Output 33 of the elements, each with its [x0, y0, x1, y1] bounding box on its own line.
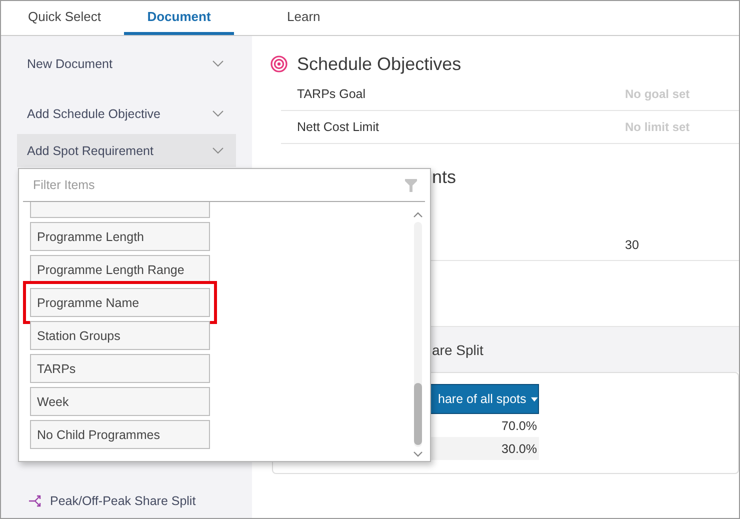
sidebar-item[interactable]: Add Spot Requirement: [17, 134, 236, 167]
table-cell: 30.0%: [502, 442, 537, 456]
chevron-down-icon: [212, 147, 224, 154]
list-item[interactable]: TARPs: [30, 354, 210, 383]
list-item[interactable]: Programme Length Range: [30, 255, 210, 284]
chevron-down-icon: [212, 60, 224, 67]
filter-icon[interactable]: [405, 178, 417, 192]
tab[interactable]: Learn: [234, 1, 320, 35]
section-title: are Split: [432, 342, 484, 358]
row-value: 30: [625, 238, 640, 252]
section-title: Schedule Objectives: [297, 54, 462, 74]
sidebar-item[interactable]: New Document: [17, 47, 236, 80]
sidebar-item[interactable]: Peak/Off-Peak Share Split: [50, 494, 196, 508]
row-label: Nett Cost Limit: [297, 120, 380, 134]
list-item[interactable]: Programme Name: [30, 288, 210, 317]
list-item[interactable]: Programme Length: [30, 222, 210, 251]
row-label: TARPs Goal: [297, 87, 367, 101]
filter-field[interactable]: Filter Items: [33, 178, 333, 192]
chevron-down-icon: [212, 110, 224, 117]
table-cell: 70.0%: [502, 418, 537, 432]
list-item[interactable]: Station Groups: [30, 321, 210, 350]
scroll-up-icon[interactable]: [413, 212, 423, 218]
caret-icon: [531, 396, 538, 402]
list-item[interactable]: Week: [30, 387, 210, 416]
target-icon: [270, 55, 288, 73]
list-item[interactable]: No Child Programmes: [30, 420, 210, 449]
split-arrow-icon: [28, 494, 42, 508]
scrollbar[interactable]: [414, 222, 422, 447]
sidebar-item[interactable]: Add Schedule Objective: [17, 97, 236, 130]
list-item[interactable]: [30, 202, 210, 218]
section-title: nts: [432, 166, 456, 188]
tab[interactable]: Quick Select: [1, 1, 124, 35]
scroll-down-icon[interactable]: [413, 451, 423, 457]
